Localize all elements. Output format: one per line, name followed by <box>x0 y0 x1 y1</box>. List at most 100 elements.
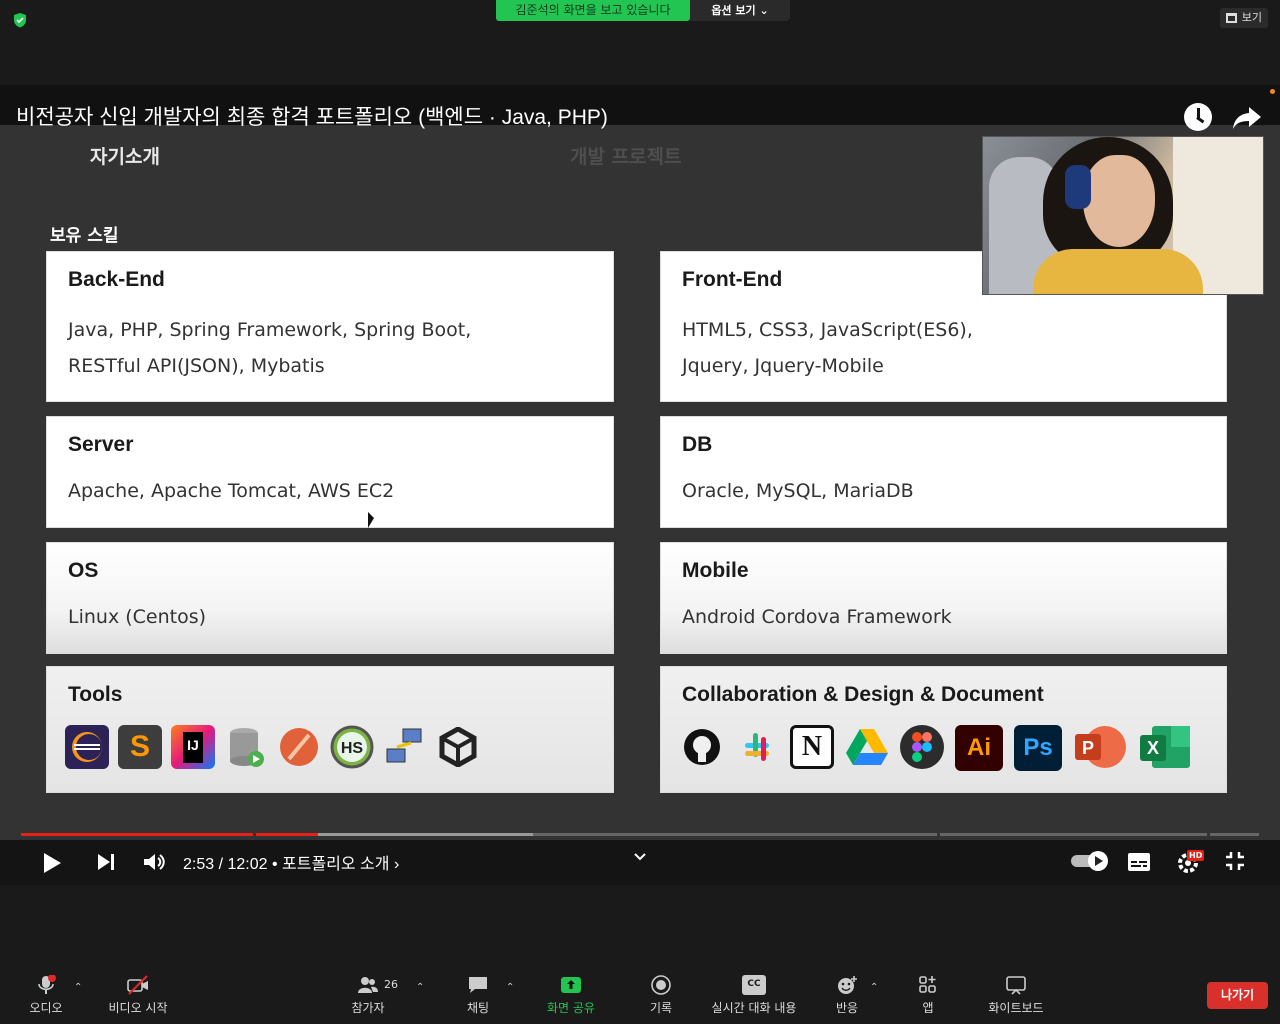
reactions-options-caret[interactable]: ⌃ <box>870 982 878 993</box>
mouse-cursor <box>368 512 374 528</box>
exit-fullscreen-icon[interactable] <box>1225 851 1245 871</box>
excel-icon: X <box>1138 725 1192 769</box>
webcam-body <box>1033 249 1203 294</box>
heidisql-icon-text: HS <box>341 740 364 757</box>
powerpoint-icon-text: P <box>1082 738 1094 758</box>
postman-icon <box>277 725 321 769</box>
database-icon <box>224 725 268 769</box>
next-icon[interactable] <box>97 853 117 871</box>
smiley-icon <box>838 976 857 994</box>
share-arrow-icon[interactable] <box>1232 105 1262 131</box>
record-button[interactable]: 기록 <box>645 975 677 1016</box>
audio-button[interactable]: 오디오 <box>22 975 70 1016</box>
chapter-divider <box>937 833 940 836</box>
reactions-button[interactable]: 반응 <box>831 975 863 1016</box>
video-button[interactable]: 비디오 시작 <box>106 975 170 1016</box>
photoshop-icon: Ps <box>1014 725 1062 771</box>
mobile-title: Mobile <box>682 559 749 582</box>
db-skills: Oracle, MySQL, MariaDB <box>682 480 914 502</box>
video-timestamp: 2:53 / 12:02 <box>183 856 268 873</box>
frontend-title: Front-End <box>682 268 783 291</box>
notification-dot <box>1270 89 1275 94</box>
video-time: 2:53 / 12:02 • 포트폴리오 소개 › <box>183 850 399 874</box>
apps-label: 앱 <box>922 1001 934 1015</box>
os-title: OS <box>68 559 99 582</box>
github-icon <box>680 725 724 769</box>
backend-skills: Java, PHP, Spring Framework, Spring Boot… <box>68 312 471 384</box>
watch-later-icon[interactable] <box>1184 103 1212 131</box>
participants-button[interactable]: 참가자 <box>348 975 388 1016</box>
whiteboard-button[interactable]: 화이트보드 <box>982 975 1050 1016</box>
os-skills: Linux (Centos) <box>68 606 207 628</box>
audio-options-caret[interactable]: ⌃ <box>74 982 82 993</box>
collab-card: Collaboration & Design & Document N Ai P… <box>660 666 1227 793</box>
zoom-top-bar: 김준석의 화면을 보고 있습니다 옵션 보기 ⌄ 보기 <box>0 0 1280 85</box>
video-title[interactable]: 비전공자 신입 개발자의 최종 합격 포트폴리오 (백엔드 · Java, PH… <box>16 101 608 131</box>
os-card: OS Linux (Centos) <box>46 542 614 654</box>
play-icon[interactable] <box>42 852 62 874</box>
figma-icon <box>900 725 944 769</box>
network-icon <box>383 725 427 769</box>
screen-share-banner: 김준석의 화면을 보고 있습니다 <box>496 0 690 21</box>
webcam-headset <box>1065 165 1091 209</box>
volume-icon[interactable] <box>143 852 167 872</box>
chat-options-caret[interactable]: ⌃ <box>506 982 514 993</box>
hd-badge: HD <box>1187 850 1205 861</box>
participants-count: 26 <box>384 978 398 991</box>
share-screen-button[interactable]: 화면 공유 <box>542 975 600 1016</box>
chapter-label[interactable]: • 포트폴리오 소개 › <box>272 856 399 873</box>
mobile-skills: Android Cordova Framework <box>682 606 952 628</box>
notion-icon: N <box>790 725 834 769</box>
presenter-webcam[interactable] <box>982 136 1264 295</box>
apps-icon <box>919 976 936 993</box>
db-card: DB Oracle, MySQL, MariaDB <box>660 416 1227 528</box>
server-skills: Apache, Apache Tomcat, AWS EC2 <box>68 480 395 502</box>
live-transcript-button[interactable]: CC 실시간 대화 내용 <box>706 975 802 1016</box>
sublime-text-icon: S <box>118 725 162 769</box>
chapter-divider <box>253 833 256 836</box>
chat-button[interactable]: 채팅 <box>462 975 494 1016</box>
closed-captions-icon: CC <box>742 975 766 995</box>
tools-icon-row: S IJ HS <box>65 725 480 769</box>
view-button-label: 보기 <box>1241 11 1262 24</box>
subtitles-icon[interactable] <box>1127 852 1151 872</box>
video-played-bar <box>21 833 318 836</box>
frontend-line-1: HTML5, CSS3, JavaScript(ES6), <box>682 319 973 341</box>
chat-label: 채팅 <box>466 1001 490 1015</box>
collab-title: Collaboration & Design & Document <box>682 683 1044 706</box>
chevron-down-icon[interactable] <box>634 853 646 861</box>
whiteboard-label: 화이트보드 <box>988 1001 1044 1015</box>
collab-icon-row: N Ai Ps P X <box>680 725 1192 771</box>
mobile-card: Mobile Android Cordova Framework <box>660 542 1227 654</box>
chapter-divider <box>1207 833 1210 836</box>
record-label: 기록 <box>649 1001 673 1015</box>
apps-button[interactable]: 앱 <box>914 975 942 1016</box>
live-transcript-label: 실시간 대화 내용 <box>711 1001 797 1015</box>
video-off-icon <box>127 975 148 995</box>
server-card: Server Apache, Apache Tomcat, AWS EC2 <box>46 416 614 528</box>
record-icon <box>651 975 671 995</box>
frontend-skills: HTML5, CSS3, JavaScript(ES6), Jquery, Jq… <box>682 312 973 384</box>
zoom-bottom-toolbar: 오디오 ⌃ 비디오 시작 참가자 26 ⌃ 채팅 ⌃ 화면 공유 기록 CC 실… <box>0 885 1280 1024</box>
excel-icon-text: X <box>1147 738 1159 758</box>
db-title: DB <box>682 433 713 456</box>
server-title: Server <box>68 433 134 456</box>
unity-icon <box>436 725 480 769</box>
participants-options-caret[interactable]: ⌃ <box>416 982 424 993</box>
player-controls: 2:53 / 12:02 • 포트폴리오 소개 › HD <box>0 840 1280 885</box>
audio-label: 오디오 <box>29 1001 63 1015</box>
tools-card: Tools S IJ HS <box>46 666 614 793</box>
share-screen-icon <box>561 977 581 993</box>
reactions-label: 반응 <box>835 1001 859 1015</box>
leave-button[interactable]: 나가기 <box>1207 982 1268 1009</box>
video-label: 비디오 시작 <box>108 1001 168 1015</box>
view-button[interactable]: 보기 <box>1219 8 1268 28</box>
whiteboard-icon <box>1006 976 1026 995</box>
participants-label: 참가자 <box>351 1001 385 1015</box>
view-options-button[interactable]: 옵션 보기 ⌄ <box>690 0 790 21</box>
shared-screen-video: 비전공자 신입 개발자의 최종 합격 포트폴리오 (백엔드 · Java, PH… <box>0 85 1280 885</box>
skills-heading: 보유 스킬 <box>50 226 119 246</box>
security-shield-icon[interactable] <box>12 12 28 28</box>
illustrator-icon: Ai <box>955 725 1003 771</box>
backend-title: Back-End <box>68 268 165 291</box>
